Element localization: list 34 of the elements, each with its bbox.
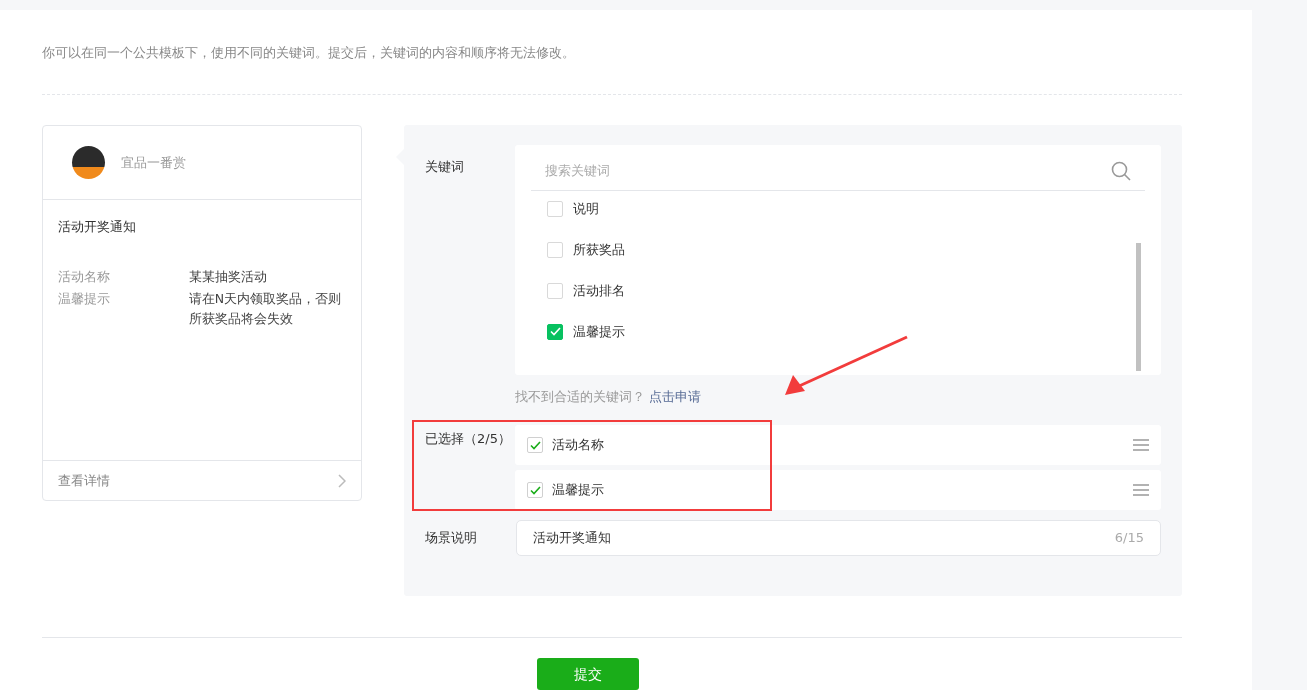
- field-value: 请在N天内领取奖品，否则所获奖品将会失效: [188, 289, 343, 328]
- checkbox[interactable]: [547, 241, 563, 258]
- selected-keyword-row[interactable]: 活动名称: [515, 425, 1161, 465]
- checkbox[interactable]: [527, 437, 543, 453]
- field-value: 某某抽奖活动: [188, 267, 268, 286]
- scene-label: 场景说明: [425, 529, 478, 547]
- scrollbar-thumb[interactable]: [1136, 243, 1141, 371]
- checkbox[interactable]: [547, 323, 563, 340]
- field-label: 温馨提示: [58, 289, 111, 308]
- checkbox[interactable]: [527, 482, 543, 498]
- drag-handle-icon[interactable]: [1133, 439, 1149, 451]
- keyword-option[interactable]: 所获奖品: [547, 241, 1136, 258]
- selected-label: 已选择（2/5）: [425, 430, 512, 448]
- checkbox[interactable]: [547, 282, 563, 299]
- apply-link[interactable]: 点击申请: [649, 387, 701, 405]
- search-icon[interactable]: [1111, 160, 1131, 181]
- intro-text: 你可以在同一个公共模板下，使用不同的关键词。提交后，关键词的内容和顺序将无法修改。: [42, 44, 576, 62]
- hint-text: 找不到合适的关键词？: [515, 388, 645, 405]
- scene-description-field[interactable]: 活动开奖通知: [532, 528, 1115, 548]
- checkbox[interactable]: [547, 200, 563, 217]
- view-details-link[interactable]: 查看详情: [58, 470, 110, 491]
- keyword-option[interactable]: 活动排名: [547, 282, 1136, 299]
- field-label: 活动名称: [58, 267, 111, 286]
- selected-keyword-row[interactable]: 温馨提示: [515, 470, 1161, 510]
- search-field[interactable]: 搜索关键词: [545, 160, 1111, 181]
- scene-field-frame[interactable]: 活动开奖通知 6/15: [515, 520, 1161, 556]
- chevron-right-icon: [338, 473, 346, 488]
- keyword-option[interactable]: 说明: [547, 200, 1136, 217]
- drag-handle-icon[interactable]: [1133, 484, 1149, 496]
- message-title: 活动开奖通知: [58, 218, 137, 236]
- keywords-label: 关键词: [425, 158, 465, 176]
- avatar-icon: [72, 146, 105, 179]
- keyword-option[interactable]: 温馨提示: [547, 323, 1136, 340]
- char-counter: 6/15: [1114, 529, 1144, 548]
